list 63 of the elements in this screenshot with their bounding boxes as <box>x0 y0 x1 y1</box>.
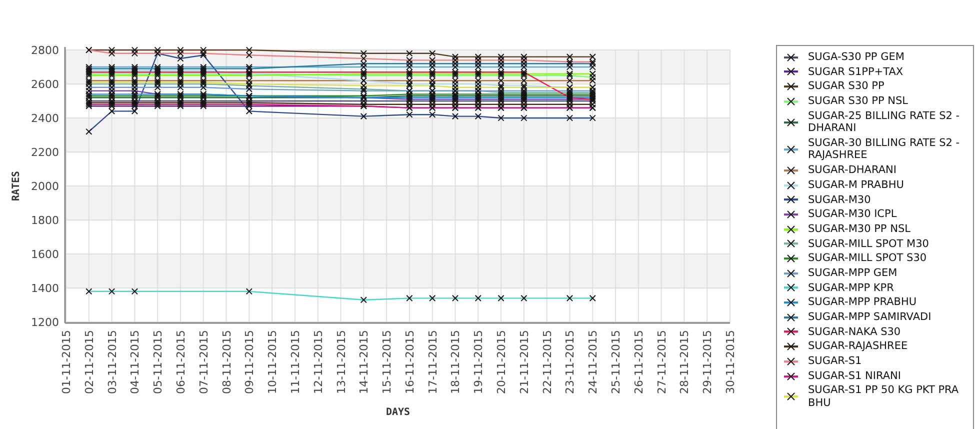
y-axis-title: RATES <box>11 170 22 202</box>
x-tick-label: 07-11-2015 <box>197 330 210 394</box>
y-tick-label: 1200 <box>31 316 59 329</box>
legend-label: SUGAR S30 PP <box>808 80 886 93</box>
y-tick-label: 2600 <box>31 78 59 91</box>
x-tick-label: 13-11-2015 <box>334 330 348 394</box>
x-tick-label: 18-11-2015 <box>449 330 462 394</box>
legend-label: SUGAR-MPP KPR <box>808 282 895 294</box>
x-tick-label: 26-11-2015 <box>632 330 646 394</box>
legend-label: SUGAR-S1 PP 50 KG PKT PRA BHU <box>808 384 960 410</box>
y-tick-label: 1400 <box>31 282 59 295</box>
x-tick-label: 01-11-2015 <box>60 330 73 394</box>
x-tick-label: 12-11-2015 <box>312 330 325 394</box>
x-tick-label: 03-11-2015 <box>106 330 119 394</box>
y-tick-label: 2200 <box>31 146 59 159</box>
legend-label: SUGA-S30 PP GEM <box>808 51 906 64</box>
y-tick-label: 1600 <box>31 248 59 261</box>
x-tick-label: 06-11-2015 <box>174 330 188 394</box>
x-tick-label: 25-11-2015 <box>610 330 623 394</box>
x-tick-label: 14-11-2015 <box>358 330 371 394</box>
legend-label: SUGAR-MPP SAMIRVADI <box>808 311 932 324</box>
x-tick-label: 16-11-2015 <box>403 330 416 394</box>
legend-label: SUGAR S30 PP NSL <box>808 95 910 108</box>
legend-label: SUGAR S1PP+TAX <box>808 66 904 78</box>
x-tick-label: 02-11-2015 <box>82 330 96 394</box>
x-axis-title: DAYS <box>386 407 410 418</box>
legend-label: SUGAR-M30 ICPL <box>808 208 898 221</box>
x-tick-label: 28-11-2015 <box>678 330 692 394</box>
x-tick-label: 09-11-2015 <box>243 330 256 394</box>
x-tick-label: 11-11-2015 <box>288 330 302 394</box>
legend-label: SUGAR-S1 <box>808 355 863 368</box>
x-tick-label: 15-11-2015 <box>380 330 394 394</box>
x-tick-label: 08-11-2015 <box>220 330 234 394</box>
x-tick-label: 27-11-2015 <box>655 330 668 394</box>
x-tick-label: 21-11-2015 <box>518 330 531 394</box>
legend-label: SUGAR-DHARANI <box>808 164 898 177</box>
legend-label: SUGAR-25 BILLING RATE S2 -DHARANI <box>808 110 961 135</box>
legend-label: SUGAR-MPP PRABHU <box>808 296 918 309</box>
x-tick-label: 30-11-2015 <box>724 330 737 394</box>
legend-label: SUGAR-MILL SPOT S30 <box>808 252 928 265</box>
legend-label: SUGAR-30 BILLING RATE S2 -RAJASHREE <box>808 136 961 162</box>
legend-label: SUGAR-S1 NIRANI <box>808 370 902 382</box>
x-tick-label: 10-11-2015 <box>266 330 280 394</box>
x-tick-label: 29-11-2015 <box>701 330 714 394</box>
legend-label: SUGAR-MILL SPOT M30 <box>808 238 930 250</box>
y-tick-label: 2000 <box>31 180 59 193</box>
y-tick-label: 2400 <box>31 112 59 125</box>
legend-label: SUGAR-M PRABHU <box>808 178 905 192</box>
x-tick-label: 04-11-2015 <box>128 330 142 394</box>
x-tick-label: 23-11-2015 <box>564 330 577 394</box>
x-tick-label: 20-11-2015 <box>495 330 508 394</box>
legend-label: SUGAR-MPP GEM <box>808 266 898 280</box>
y-tick-label: 1800 <box>31 214 59 227</box>
legend-label: SUGAR-RAJASHREE <box>808 340 909 353</box>
legend-label: SUGAR-NAKA S30 <box>808 326 902 338</box>
legend-label: SUGAR-M30 <box>808 194 872 206</box>
x-tick-label: 17-11-2015 <box>426 330 440 394</box>
x-tick-label: 24-11-2015 <box>586 330 600 394</box>
y-tick-label: 2800 <box>31 44 59 57</box>
x-tick-label: 19-11-2015 <box>472 330 486 394</box>
x-tick-label: 22-11-2015 <box>540 330 554 394</box>
legend-label: SUGAR-M30 PP NSL <box>808 222 912 236</box>
x-tick-label: 05-11-2015 <box>152 330 165 394</box>
